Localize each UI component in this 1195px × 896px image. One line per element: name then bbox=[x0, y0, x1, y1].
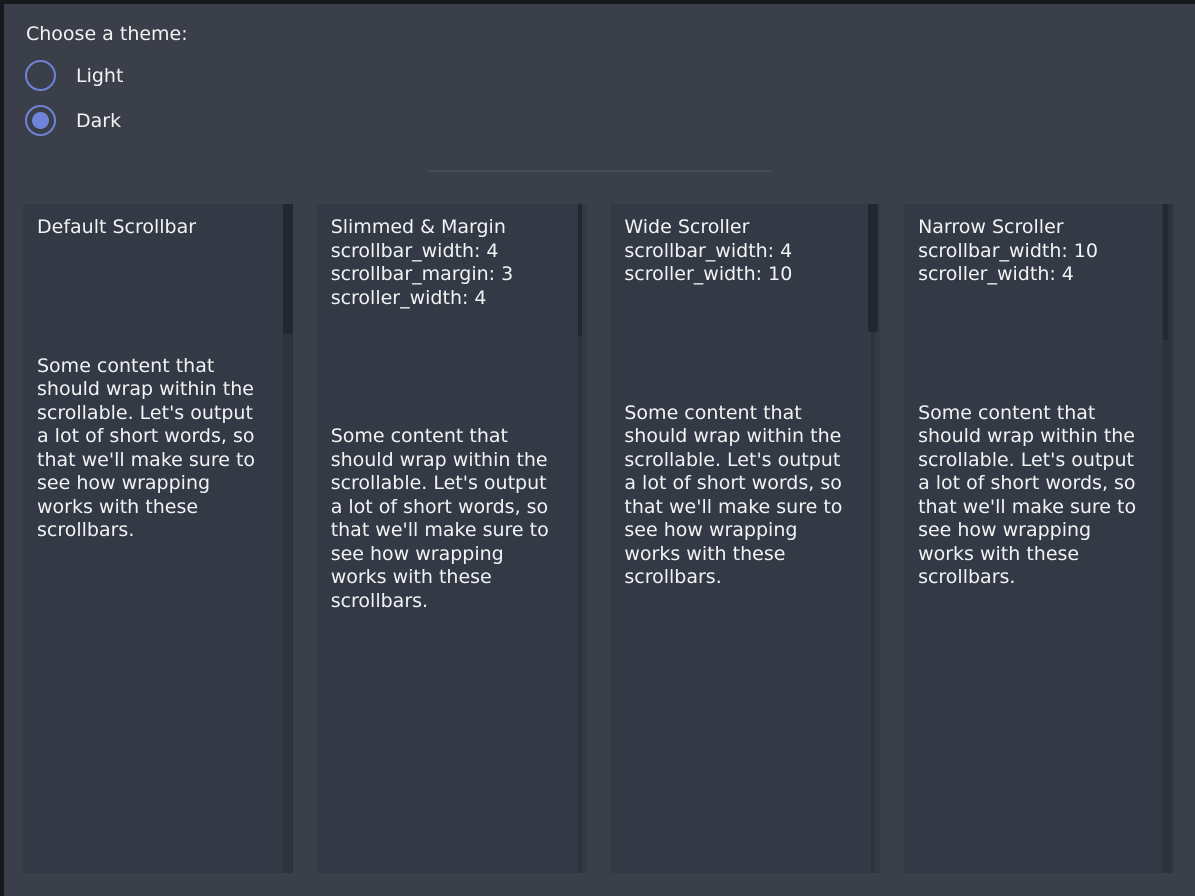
radio-dot-icon bbox=[32, 67, 49, 84]
radio-option-dark[interactable]: Dark bbox=[25, 105, 121, 136]
window-frame-top bbox=[0, 0, 1195, 4]
divider bbox=[427, 170, 772, 172]
panel-narrow-scroller[interactable]: Narrow Scroller scrollbar_width: 10 scro… bbox=[904, 204, 1174, 873]
radio-icon[interactable] bbox=[25, 60, 56, 91]
panel-content-text: Some content that should wrap within the… bbox=[37, 355, 265, 543]
panels-row: Default Scrollbar Some content that shou… bbox=[23, 204, 1174, 873]
radio-option-light[interactable]: Light bbox=[25, 60, 123, 91]
panel-content-text: Some content that should wrap within the… bbox=[624, 402, 852, 590]
panel-content-text: Some content that should wrap within the… bbox=[331, 425, 559, 613]
theme-chooser-label: Choose a theme: bbox=[26, 22, 188, 46]
panel-wide-scroller[interactable]: Wide Scroller scrollbar_width: 4 scrolle… bbox=[610, 204, 880, 873]
panel-title: Slimmed & Margin bbox=[331, 204, 573, 240]
radio-icon[interactable] bbox=[25, 105, 56, 136]
panel-config: scrollbar_width: 4 scroller_width: 10 bbox=[624, 240, 866, 287]
scrollbar-thumb[interactable] bbox=[1163, 204, 1168, 340]
scrollbar-thumb[interactable] bbox=[868, 204, 878, 332]
scrollbar-thumb[interactable] bbox=[283, 204, 293, 334]
window-frame-left bbox=[0, 0, 4, 896]
panel-title: Wide Scroller bbox=[624, 204, 866, 240]
scrollbar-thumb[interactable] bbox=[578, 204, 582, 336]
radio-label: Dark bbox=[76, 110, 121, 132]
panel-title: Default Scrollbar bbox=[37, 204, 279, 240]
panel-config: scrollbar_width: 4 scrollbar_margin: 3 s… bbox=[331, 240, 573, 311]
panel-title: Narrow Scroller bbox=[918, 204, 1160, 240]
panel-slimmed-margin[interactable]: Slimmed & Margin scrollbar_width: 4 scro… bbox=[317, 204, 587, 873]
radio-label: Light bbox=[76, 65, 123, 87]
panel-content-text: Some content that should wrap within the… bbox=[918, 402, 1146, 590]
radio-dot-icon bbox=[32, 112, 49, 129]
panel-config: scrollbar_width: 10 scroller_width: 4 bbox=[918, 240, 1160, 287]
panel-default-scrollbar[interactable]: Default Scrollbar Some content that shou… bbox=[23, 204, 293, 873]
